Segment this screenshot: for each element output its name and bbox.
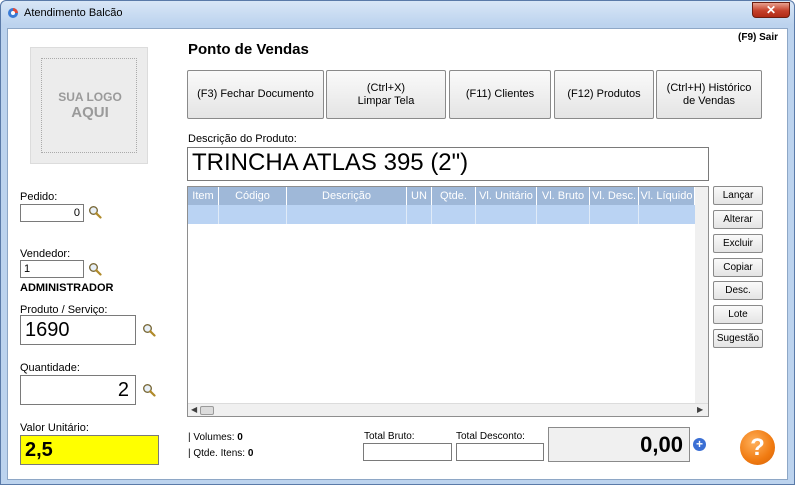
vendedor-input[interactable]: 1 xyxy=(20,260,84,278)
quantidade-search-icon[interactable] xyxy=(142,383,156,397)
itens-label: | Qtde. Itens: xyxy=(188,448,246,459)
row-cell xyxy=(188,205,219,224)
row-cell xyxy=(407,205,432,224)
exit-shortcut[interactable]: (F9) Sair xyxy=(738,32,778,43)
fechar-documento-button[interactable]: (F3) Fechar Documento xyxy=(187,70,324,119)
column-header-un[interactable]: UN xyxy=(407,187,432,205)
vertical-scrollbar[interactable] xyxy=(695,187,708,416)
main-panel: SUA LOGO AQUI Pedido: 0 Vendedor: 1 ADMI… xyxy=(7,28,788,480)
items-grid[interactable]: Item Código Descrição UN Qtde. Vl. Unitá… xyxy=(187,186,709,417)
produto-search-icon[interactable] xyxy=(142,323,156,337)
grid-header: Item Código Descrição UN Qtde. Vl. Unitá… xyxy=(188,187,708,205)
window-title: Atendimento Balcão xyxy=(24,7,123,19)
logo-line-1: SUA LOGO xyxy=(58,90,122,104)
volumes-value: 0 xyxy=(237,432,243,443)
alterar-button[interactable]: Alterar xyxy=(713,210,763,229)
column-header-descricao[interactable]: Descrição xyxy=(287,187,407,205)
copiar-button[interactable]: Copiar xyxy=(713,258,763,277)
company-logo: SUA LOGO AQUI xyxy=(30,47,148,164)
row-cell xyxy=(287,205,407,224)
descricao-produto-field: TRINCHA ATLAS 395 (2") xyxy=(187,147,709,181)
column-header-vl-bruto[interactable]: Vl. Bruto xyxy=(537,187,590,205)
title-bar: Atendimento Balcão ✕ xyxy=(1,1,794,25)
pedido-search-icon[interactable] xyxy=(88,205,102,219)
produto-input[interactable]: 1690 xyxy=(20,315,136,345)
row-cell xyxy=(590,205,639,224)
desconto-button[interactable]: Desc. xyxy=(713,281,763,300)
total-value: 0,00 xyxy=(548,427,690,462)
itens-value: 0 xyxy=(247,448,254,459)
pedido-input[interactable]: 0 xyxy=(20,204,84,222)
clientes-button[interactable]: (F11) Clientes xyxy=(449,70,551,119)
row-cell xyxy=(537,205,590,224)
plus-circle-icon[interactable]: + xyxy=(693,438,706,451)
page-title: Ponto de Vendas xyxy=(188,41,309,58)
help-icon[interactable]: ? xyxy=(740,430,775,465)
row-cell xyxy=(432,205,476,224)
logo-frame: SUA LOGO AQUI xyxy=(41,58,137,153)
vendedor-name: ADMINISTRADOR xyxy=(20,282,114,294)
vendedor-search-icon[interactable] xyxy=(88,262,102,276)
lancar-button[interactable]: Lançar xyxy=(713,186,763,205)
produtos-button[interactable]: (F12) Produtos xyxy=(554,70,654,119)
itens-info: | Qtde. Itens: 0 xyxy=(188,448,253,459)
volumes-info: | Volumes: 0 xyxy=(188,432,243,443)
app-icon xyxy=(8,8,18,18)
total-bruto-field xyxy=(363,443,452,461)
scroll-left-arrow-icon[interactable]: ◀ xyxy=(191,405,197,414)
close-button[interactable]: ✕ xyxy=(752,2,790,18)
scroll-thumb[interactable] xyxy=(200,406,214,415)
excluir-button[interactable]: Excluir xyxy=(713,234,763,253)
lote-button[interactable]: Lote xyxy=(713,305,763,324)
sugestao-button[interactable]: Sugestão xyxy=(713,329,763,348)
total-desconto-label: Total Desconto: xyxy=(456,431,525,442)
quantidade-label: Quantidade: xyxy=(20,362,80,374)
column-header-vl-unitario[interactable]: Vl. Unitário xyxy=(476,187,537,205)
column-header-qtde[interactable]: Qtde. xyxy=(432,187,476,205)
horizontal-scrollbar[interactable]: ◀ ▶ xyxy=(188,403,708,416)
column-header-vl-liquido[interactable]: Vl. Líquido xyxy=(639,187,695,205)
row-cell xyxy=(476,205,537,224)
quantidade-input[interactable]: 2 xyxy=(20,375,136,405)
total-bruto-label: Total Bruto: xyxy=(364,431,415,442)
vendedor-label: Vendedor: xyxy=(20,248,71,260)
valor-unitario-label: Valor Unitário: xyxy=(20,422,89,434)
pedido-label: Pedido: xyxy=(20,191,58,203)
historico-vendas-button[interactable]: (Ctrl+H) Histórico de Vendas xyxy=(656,70,762,119)
row-cell xyxy=(219,205,287,224)
table-row-selected[interactable] xyxy=(188,205,695,224)
column-header-codigo[interactable]: Código xyxy=(219,187,287,205)
scroll-right-arrow-icon[interactable]: ▶ xyxy=(697,405,703,414)
valor-unitario-input[interactable]: 2,5 xyxy=(20,435,159,465)
app-window: Atendimento Balcão ✕ SUA LOGO AQUI Pedid… xyxy=(0,0,795,485)
total-desconto-field xyxy=(456,443,544,461)
limpar-tela-button[interactable]: (Ctrl+X) Limpar Tela xyxy=(326,70,446,119)
column-header-vl-desc[interactable]: Vl. Desc. xyxy=(590,187,639,205)
logo-line-2: AQUI xyxy=(71,104,109,121)
descricao-produto-label: Descrição do Produto: xyxy=(188,133,297,145)
logo-text: SUA LOGO AQUI xyxy=(42,89,138,121)
volumes-label: | Volumes: xyxy=(188,432,235,443)
column-header-item[interactable]: Item xyxy=(188,187,219,205)
